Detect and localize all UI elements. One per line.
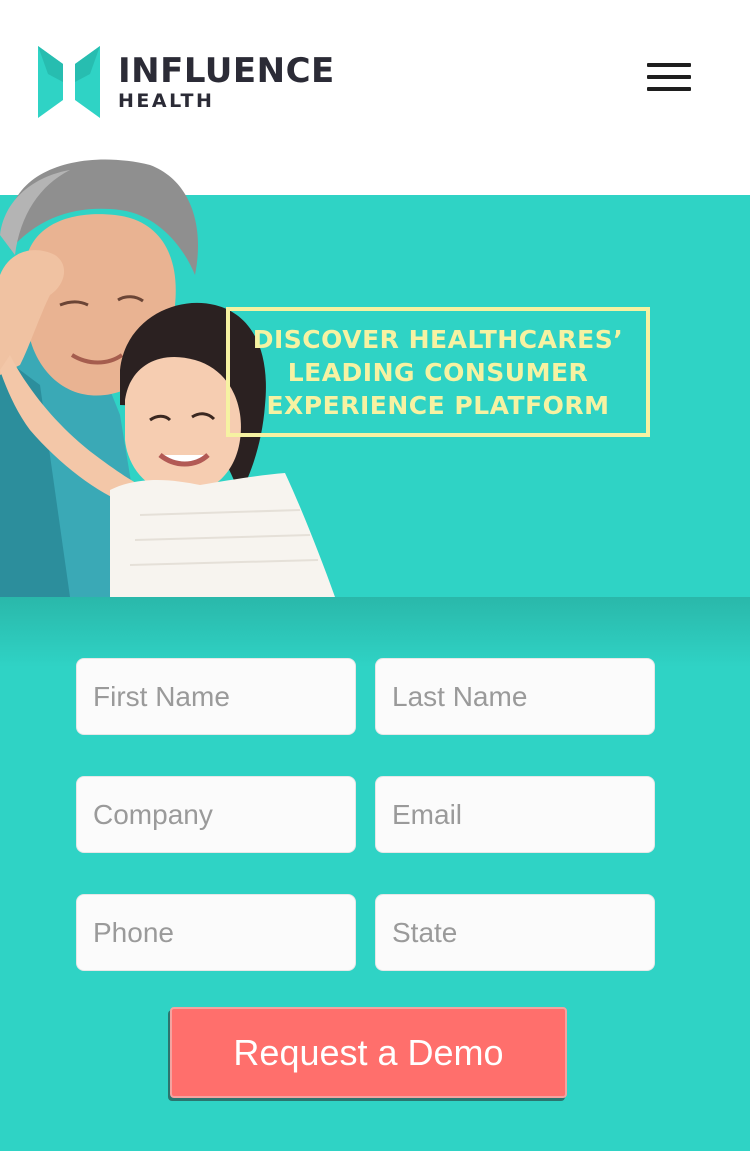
hero-headline-line-2: LEADING CONSUMER xyxy=(287,357,589,387)
hero-headline-line-3: EXPERIENCE PLATFORM xyxy=(266,390,610,420)
logo-mark-icon xyxy=(38,46,100,118)
hero-headline: DISCOVER HEALTHCARES’ LEADING CONSUMER E… xyxy=(253,323,624,422)
company-field[interactable] xyxy=(76,776,356,853)
hero-banner: DISCOVER HEALTHCARES’ LEADING CONSUMER E… xyxy=(0,159,750,597)
influence-health-logo[interactable]: INFLUENCE HEALTH xyxy=(38,46,335,118)
email-field[interactable] xyxy=(375,776,655,853)
logo-name-line1: INFLUENCE xyxy=(118,50,335,91)
demo-request-form: Request a Demo xyxy=(0,597,750,1151)
hero-headline-line-1: DISCOVER HEALTHCARES’ xyxy=(252,324,624,354)
headline-box: DISCOVER HEALTHCARES’ LEADING CONSUMER E… xyxy=(226,307,650,437)
state-field[interactable] xyxy=(375,894,655,971)
hamburger-menu-icon[interactable] xyxy=(640,58,698,96)
logo-name-line2: HEALTH xyxy=(118,89,215,112)
request-demo-button[interactable]: Request a Demo xyxy=(170,1007,567,1098)
last-name-field[interactable] xyxy=(375,658,655,735)
first-name-field[interactable] xyxy=(76,658,356,735)
logo-wordmark: INFLUENCE HEALTH xyxy=(118,54,335,111)
phone-field[interactable] xyxy=(76,894,356,971)
